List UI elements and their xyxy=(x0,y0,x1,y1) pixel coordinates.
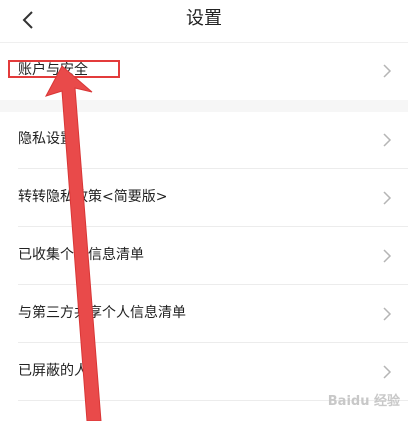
item-label: 与第三方共享个人信息清单 xyxy=(18,305,186,321)
divider xyxy=(18,226,408,227)
divider xyxy=(18,342,408,343)
watermark: Baidu 经验 xyxy=(327,394,400,409)
chevron-right-icon xyxy=(383,191,392,205)
page-title: 设置 xyxy=(186,8,222,29)
chevron-right-icon xyxy=(383,249,392,263)
header-bar: 设置 xyxy=(0,0,408,42)
item-label: 隐私设置 xyxy=(18,131,74,147)
item-label: 已收集个人信息清单 xyxy=(18,247,144,263)
item-label: 转转隐私政策<简要版> xyxy=(18,189,168,205)
settings-item-shared-info[interactable]: 与第三方共享个人信息清单 xyxy=(0,286,408,343)
settings-item-privacy-policy[interactable]: 转转隐私政策<简要版> xyxy=(0,170,408,227)
chevron-right-icon xyxy=(383,307,392,321)
divider xyxy=(18,168,408,169)
divider xyxy=(18,284,408,285)
item-label: 已屏蔽的人 xyxy=(18,363,88,379)
chevron-right-icon xyxy=(383,365,392,379)
section-gap xyxy=(0,100,408,112)
chevron-right-icon xyxy=(383,133,392,147)
settings-item-collected-info[interactable]: 已收集个人信息清单 xyxy=(0,228,408,285)
settings-item-privacy[interactable]: 隐私设置 xyxy=(0,112,408,169)
chevron-right-icon xyxy=(383,64,392,78)
highlight-box xyxy=(8,60,120,78)
